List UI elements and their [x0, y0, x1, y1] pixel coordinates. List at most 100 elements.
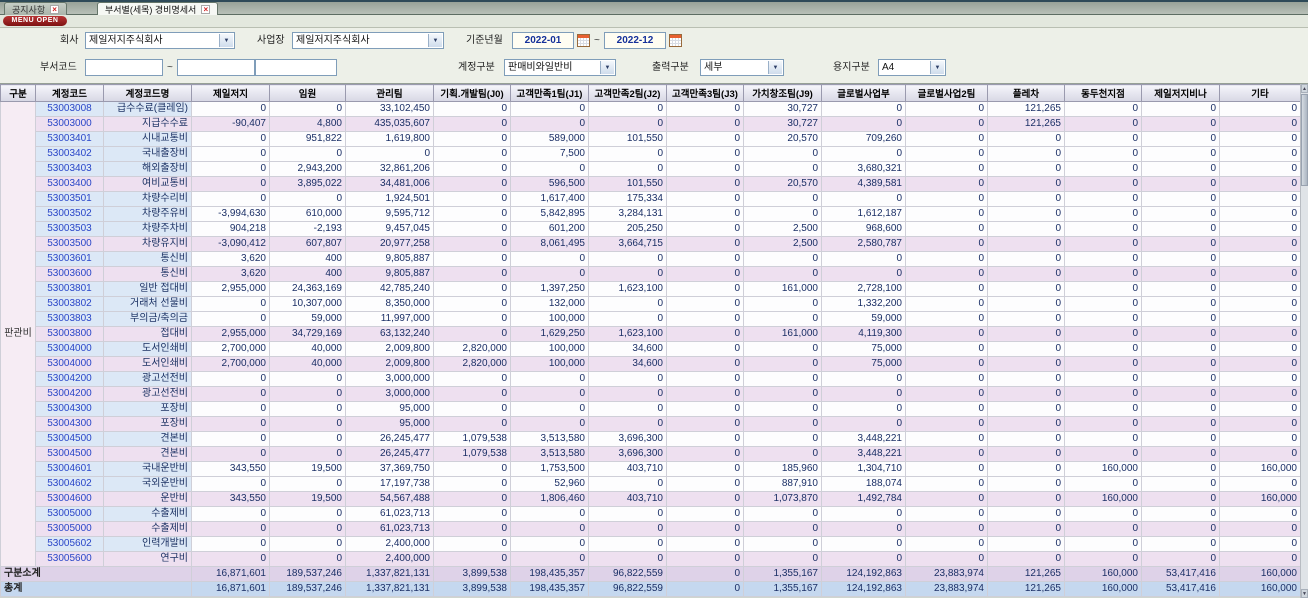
column-header: 글로벌사업2팀	[905, 84, 988, 102]
cell-value: 198,435,357	[510, 581, 589, 597]
cell-account-code: 53003500	[35, 236, 104, 252]
table-row[interactable]: 53003502 차량주유비 -3,994,630 610,000 9,595,712 0…	[1, 206, 1301, 222]
cell-account-code: 53003403	[35, 161, 104, 177]
table-row[interactable]: 53003503 차량주차비 904,218 -2,193 9,457,045 0 601,…	[1, 221, 1301, 237]
cell-value: 0	[987, 251, 1065, 267]
menu-open-button[interactable]: MENU OPEN	[3, 16, 67, 26]
cell-value: 0	[1141, 401, 1220, 417]
cell-value: 0	[987, 221, 1065, 237]
cell-value: 17,197,738	[345, 476, 434, 492]
cell-account-name: 인력개발비	[103, 536, 192, 552]
cell-value: 121,265	[987, 116, 1065, 132]
cell-value: 0	[433, 281, 511, 297]
table-row[interactable]: 53004600 운반비 343,550 19,500 54,567,488 0 1,806…	[1, 491, 1301, 507]
total-row[interactable]: 총계 16,871,601 189,537,246 1,337,821,131 3,89…	[0, 581, 1301, 597]
table-row[interactable]: 53004500 견본비 0 0 26,245,477 1,079,538 3,513,58…	[1, 446, 1301, 462]
table-row[interactable]: 53003402 국내출장비 0 0 0 0 7,500 0 0 0 0 0 0 0 0 0	[1, 146, 1301, 162]
cell-value: 0	[821, 191, 906, 207]
period-from-input[interactable]: 2022-01	[512, 32, 574, 49]
table-row[interactable]: 53005602 인력개발비 0 0 2,400,000 0 0 0 0 0 0 0 0 0 0 0	[1, 536, 1301, 552]
table-row[interactable]: 53004200 광고선전비 0 0 3,000,000 0 0 0 0 0 0 0 0 0 0 0	[1, 371, 1301, 387]
cell-account-code: 53003502	[35, 206, 104, 222]
scrollbar-thumb[interactable]	[1301, 94, 1308, 186]
cell-value: 0	[1064, 176, 1142, 192]
account-type-select[interactable]: 판매비와일반비 ▼	[504, 59, 616, 76]
scroll-down-icon[interactable]: ▼	[1301, 589, 1308, 598]
close-icon[interactable]: ×	[201, 4, 211, 14]
table-row[interactable]: 53004000 도서인쇄비 2,700,000 40,000 2,009,800 2,8…	[1, 341, 1301, 357]
tab-expense-report[interactable]: 부서별(세목) 경비명세서 ×	[97, 2, 219, 15]
dept-name-input[interactable]	[255, 59, 337, 76]
site-select[interactable]: 제일저지주식회사 ▼	[292, 32, 444, 49]
table-row[interactable]: 53003601 통신비 3,620 400 9,805,887 0 0 0 0 0 0 0 0 0 0 0	[1, 251, 1301, 267]
table-row[interactable]: 53003802 거래처 선물비 0 10,307,000 8,350,000 0 132,…	[1, 296, 1301, 312]
cell-value: 1,623,100	[588, 281, 667, 297]
dept-from-input[interactable]	[85, 59, 163, 76]
cell-value: 0	[821, 251, 906, 267]
cell-value: 3,000,000	[345, 371, 434, 387]
tab-notice-label: 공지사항	[12, 4, 46, 15]
table-row[interactable]: 53003803 부의금/축의금 0 59,000 11,997,000 0 100,000…	[1, 311, 1301, 327]
cell-value: 8,061,495	[510, 236, 589, 252]
cell-value: 1,355,167	[743, 566, 822, 582]
table-row[interactable]: 53003801 일반 접대비 2,955,000 24,363,169 42,785,…	[1, 281, 1301, 297]
scroll-up-icon[interactable]: ▲	[1301, 84, 1308, 93]
cell-value: 0	[743, 311, 822, 327]
table-row[interactable]: 53003401 시내교통비 0 951,822 1,619,800 0 589,000 10…	[1, 131, 1301, 147]
table-row[interactable]: 53004300 포장비 0 0 95,000 0 0 0 0 0 0 0 0 0 0 0	[1, 416, 1301, 432]
cell-value: 7,500	[510, 146, 589, 162]
cell-value: 2,728,100	[821, 281, 906, 297]
vertical-scrollbar[interactable]: ▲ ▼	[1300, 84, 1308, 598]
dept-to-input[interactable]	[177, 59, 255, 76]
cell-value: 0	[821, 401, 906, 417]
table-row[interactable]: 53004200 광고선전비 0 0 3,000,000 0 0 0 0 0 0 0 0 0 0 0	[1, 386, 1301, 402]
table-row[interactable]: 53003403 해외출장비 0 2,943,200 32,861,206 0 0 0 0 0 3,…	[1, 161, 1301, 177]
table-row[interactable]: 53004601 국내운반비 343,550 19,500 37,369,750 0 1,7…	[1, 461, 1301, 477]
calendar-icon[interactable]	[669, 34, 682, 47]
cell-value: 3,620	[191, 266, 270, 282]
cell-value: 0	[666, 476, 744, 492]
table-row[interactable]: 53003501 차량수리비 0 0 1,924,501 0 1,617,400 175,33…	[1, 191, 1301, 207]
cell-value: 4,800	[269, 116, 346, 132]
cell-value: 124,192,863	[821, 566, 906, 582]
table-row[interactable]: 53003400 여비교통비 0 3,895,022 34,481,006 0 596,50…	[1, 176, 1301, 192]
cell-value: 0	[1219, 521, 1301, 537]
table-row[interactable]: 53004602 국외운반비 0 0 17,197,738 0 52,960 0 0 887,91…	[1, 476, 1301, 492]
cell-value: 33,102,450	[345, 101, 434, 117]
table-row[interactable]: 53003800 접대비 2,955,000 34,729,169 63,132,240…	[1, 326, 1301, 342]
tab-notice[interactable]: 공지사항 ×	[4, 2, 68, 15]
table-row[interactable]: 53004000 도서인쇄비 2,700,000 40,000 2,009,800 2,8…	[1, 356, 1301, 372]
cell-value: 100,000	[510, 311, 589, 327]
cell-value: 0	[1141, 161, 1220, 177]
calendar-icon[interactable]	[577, 34, 590, 47]
table-row[interactable]: 53005000 수출제비 0 0 61,023,713 0 0 0 0 0 0 0 0 0 0 0	[1, 521, 1301, 537]
table-row[interactable]: 53004500 견본비 0 0 26,245,477 1,079,538 3,513,58…	[1, 431, 1301, 447]
paper-type-select[interactable]: A4 ▼	[878, 59, 946, 76]
cell-account-name: 차량주차비	[103, 221, 192, 237]
subtotal-row[interactable]: 구분소계 16,871,601 189,537,246 1,337,821,131 3,…	[0, 566, 1301, 582]
period-to-input[interactable]: 2022-12	[604, 32, 666, 49]
cell-value: 2,700,000	[191, 356, 270, 372]
table-row[interactable]: 53003500 차량유지비 -3,090,412 607,807 20,977,258…	[1, 236, 1301, 252]
cell-value: 3,000,000	[345, 386, 434, 402]
table-row[interactable]: 판관비 53003008 급수수료(클레임) 0 0 33,102,450 0 0 0 0 30,7…	[0, 101, 1301, 567]
output-type-select[interactable]: 세부 ▼	[700, 59, 784, 76]
cell-value: 1,612,187	[821, 206, 906, 222]
table-row[interactable]: 53003600 통신비 3,620 400 9,805,887 0 0 0 0 0 0 0 0 0 0 0	[1, 266, 1301, 282]
cell-account-code: 53003008	[35, 101, 104, 117]
company-select[interactable]: 제일저지주식회사 ▼	[85, 32, 235, 49]
cell-value: 0	[1141, 506, 1220, 522]
cell-value: 0	[666, 446, 744, 462]
table-row[interactable]: 53005000 수출제비 0 0 61,023,713 0 0 0 0 0 0 0 0 0 0 0	[1, 506, 1301, 522]
table-row[interactable]: 53004300 포장비 0 0 95,000 0 0 0 0 0 0 0 0 0 0 0	[1, 401, 1301, 417]
cell-account-code: 53004300	[35, 416, 104, 432]
close-icon[interactable]: ×	[50, 4, 60, 14]
cell-value: 0	[743, 296, 822, 312]
table-row[interactable]: 53003000 지급수수료 -90,407 4,800 435,035,607 0 0 0 0…	[1, 116, 1301, 132]
cell-value: 0	[905, 251, 988, 267]
cell-value: 0	[1219, 356, 1301, 372]
cell-value: 0	[821, 521, 906, 537]
table-row[interactable]: 53005600 연구비 0 0 2,400,000 0 0 0 0 0 0 0 0 0 0 0	[1, 551, 1301, 567]
cell-value: 0	[1064, 251, 1142, 267]
cell-value: 0	[666, 116, 744, 132]
